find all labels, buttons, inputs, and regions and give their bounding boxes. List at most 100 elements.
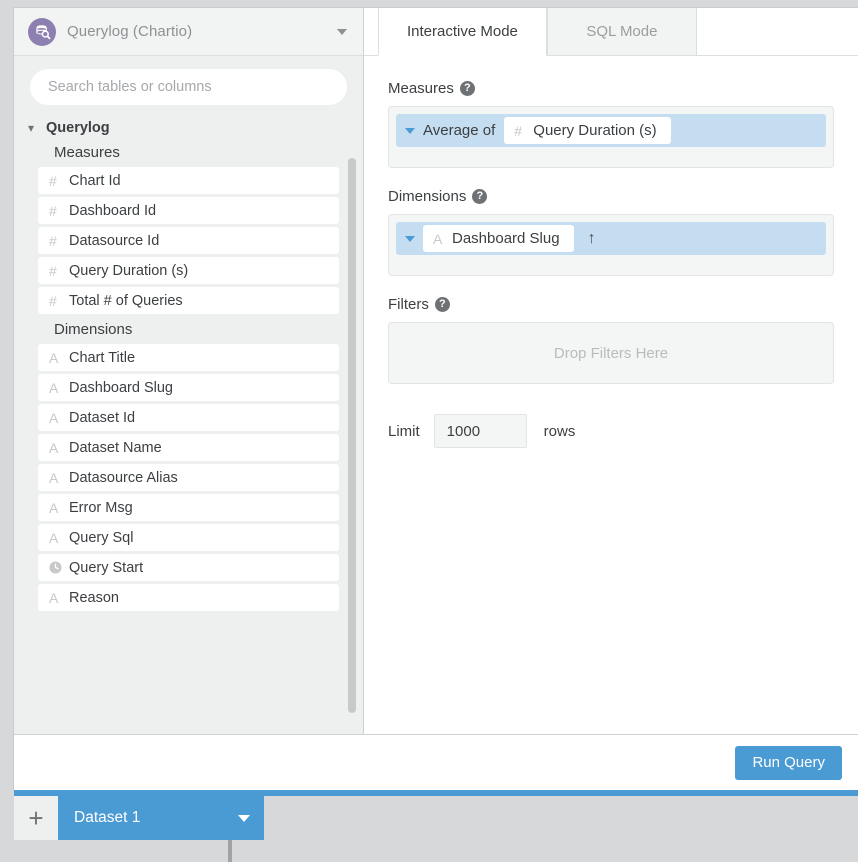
run-query-button[interactable]: Run Query: [735, 745, 842, 780]
datasource-name: Querylog (Chartio): [67, 23, 193, 40]
add-dataset-button[interactable]: +: [14, 796, 58, 840]
dimensions-title: Dimensions: [388, 188, 467, 205]
dataset-tab-label: Dataset 1: [74, 809, 141, 826]
measure-field-label: Query Duration (s): [533, 122, 657, 139]
dataset-divider: [228, 840, 232, 862]
dimension-pill-dashboard-slug[interactable]: A Dashboard Slug ↑: [396, 222, 826, 255]
measures-heading: Measures ?: [388, 80, 834, 97]
database-search-icon: [28, 17, 56, 46]
sidebar-scrollbar-thumb[interactable]: [348, 158, 356, 713]
field-error-msg[interactable]: A Error Msg: [38, 494, 339, 521]
field-label: Error Msg: [69, 499, 133, 516]
tab-label: Interactive Mode: [407, 23, 518, 40]
dimension-field-chip[interactable]: A Dashboard Slug: [423, 225, 574, 252]
dataset-tab-1[interactable]: Dataset 1: [58, 796, 264, 840]
field-query-duration[interactable]: # Query Duration (s): [38, 257, 339, 284]
field-label: Dashboard Id: [69, 202, 157, 219]
measure-field-chip[interactable]: # Query Duration (s): [504, 117, 671, 144]
chevron-down-icon[interactable]: [337, 28, 347, 35]
filters-heading: Filters ?: [388, 296, 834, 313]
field-label: Query Sql: [69, 529, 134, 546]
field-label: Datasource Id: [69, 232, 160, 249]
field-label: Dashboard Slug: [69, 379, 173, 396]
text-icon: A: [49, 529, 59, 546]
field-dashboard-id[interactable]: # Dashboard Id: [38, 197, 339, 224]
filters-dropzone[interactable]: Drop Filters Here: [388, 322, 834, 384]
field-query-start[interactable]: Query Start: [38, 554, 339, 581]
help-icon[interactable]: ?: [459, 81, 475, 96]
datasource-selector[interactable]: Querylog (Chartio): [14, 8, 363, 56]
field-label: Chart Title: [69, 349, 136, 366]
tabbar-filler: [264, 796, 858, 840]
text-icon: A: [433, 230, 443, 247]
text-icon: A: [49, 409, 59, 426]
dimensions-heading: Dimensions ?: [388, 188, 834, 205]
dimension-field-label: Dashboard Slug: [452, 230, 560, 247]
card-body: Querylog (Chartio) ▾ Querylog Measures #: [14, 8, 858, 734]
measures-dropzone[interactable]: Average of # Query Duration (s): [388, 106, 834, 168]
dimensions-dropzone[interactable]: A Dashboard Slug ↑: [388, 214, 834, 276]
filters-title: Filters: [388, 296, 429, 313]
tab-label: SQL Mode: [586, 23, 658, 40]
dataset-tabbar: + Dataset 1: [14, 796, 858, 840]
field-query-sql[interactable]: A Query Sql: [38, 524, 339, 551]
help-icon[interactable]: ?: [472, 189, 488, 204]
field-chart-id[interactable]: # Chart Id: [38, 167, 339, 194]
limit-unit-label: rows: [543, 422, 576, 440]
field-label: Total # of Queries: [69, 292, 183, 309]
text-icon: A: [49, 349, 59, 366]
clock-icon: [49, 561, 69, 574]
query-panel: Interactive Mode SQL Mode Measures ? Ave…: [364, 8, 858, 734]
chevron-down-icon[interactable]: ▾: [28, 122, 42, 134]
tab-interactive-mode[interactable]: Interactive Mode: [378, 8, 547, 56]
text-icon: A: [49, 499, 59, 516]
limit-row: Limit rows: [388, 414, 834, 448]
aggregation-label: Average of: [423, 122, 496, 139]
text-icon: A: [49, 439, 59, 456]
tab-sql-mode[interactable]: SQL Mode: [546, 8, 697, 56]
text-icon: A: [49, 589, 59, 606]
measures-title: Measures: [388, 80, 454, 97]
measure-pill-query-duration[interactable]: Average of # Query Duration (s): [396, 114, 826, 147]
field-dashboard-slug[interactable]: A Dashboard Slug: [38, 374, 339, 401]
tree-root-querylog[interactable]: ▾ Querylog: [28, 115, 339, 140]
search-input[interactable]: [30, 69, 347, 105]
field-reason[interactable]: A Reason: [38, 584, 339, 611]
chevron-down-icon[interactable]: [238, 814, 250, 822]
field-dataset-name[interactable]: A Dataset Name: [38, 434, 339, 461]
number-icon: #: [49, 172, 57, 189]
search-container: [14, 56, 363, 115]
number-icon: #: [49, 202, 57, 219]
tree-root-label: Querylog: [46, 120, 110, 136]
group-label-dimensions: Dimensions: [54, 321, 133, 338]
limit-input[interactable]: [433, 414, 527, 448]
number-icon: #: [49, 262, 57, 279]
text-icon: A: [49, 379, 59, 396]
field-label: Query Start: [69, 559, 144, 576]
field-label: Dataset Name: [69, 439, 162, 456]
filters-empty-text: Drop Filters Here: [553, 344, 669, 362]
field-datasource-alias[interactable]: A Datasource Alias: [38, 464, 339, 491]
field-label: Query Duration (s): [69, 262, 189, 279]
chevron-down-icon[interactable]: [405, 127, 415, 134]
query-footer: Run Query: [14, 734, 858, 790]
field-label: Dataset Id: [69, 409, 136, 426]
mode-tabs: Interactive Mode SQL Mode: [364, 8, 858, 56]
field-label: Reason: [69, 589, 119, 606]
text-icon: A: [49, 469, 59, 486]
field-dataset-id[interactable]: A Dataset Id: [38, 404, 339, 431]
field-datasource-id[interactable]: # Datasource Id: [38, 227, 339, 254]
interactive-panel: Measures ? Average of # Query Duration (…: [364, 56, 858, 734]
group-label-measures: Measures: [54, 144, 120, 161]
field-chart-title[interactable]: A Chart Title: [38, 344, 339, 371]
number-icon: #: [514, 122, 523, 139]
sort-ascending-icon[interactable]: ↑: [588, 230, 596, 247]
schema-tree: ▾ Querylog Measures # Chart Id # Dashboa…: [14, 115, 363, 734]
help-icon[interactable]: ?: [434, 297, 450, 312]
chevron-down-icon[interactable]: [405, 235, 415, 242]
field-total-queries[interactable]: # Total # of Queries: [38, 287, 339, 314]
limit-label: Limit: [388, 422, 420, 440]
sidebar-scrollbar[interactable]: [348, 115, 356, 734]
field-label: Datasource Alias: [69, 469, 178, 486]
query-builder-card: Querylog (Chartio) ▾ Querylog Measures #: [14, 8, 858, 790]
